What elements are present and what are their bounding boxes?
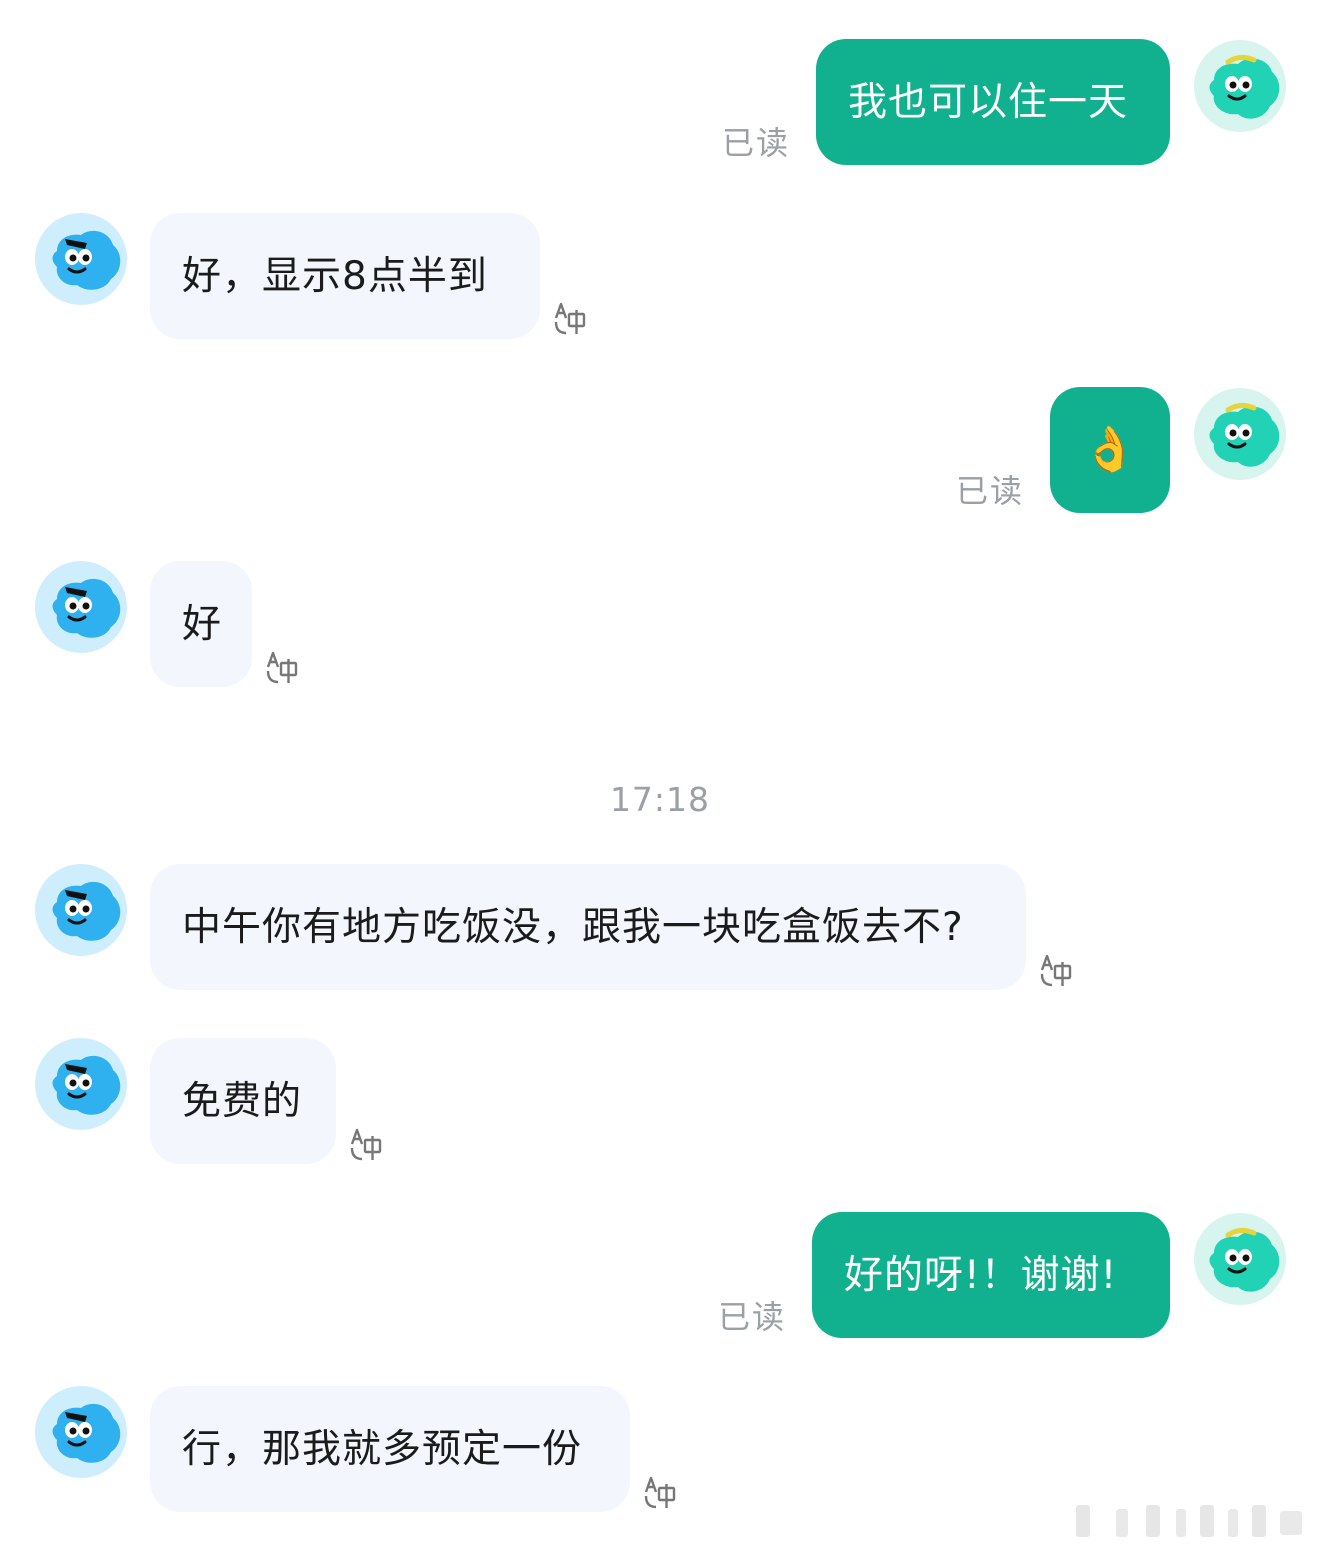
blue-blob-character-avatar-icon[interactable]: [35, 561, 127, 653]
blue-blob-character-avatar-icon[interactable]: [35, 1038, 127, 1130]
teal-blob-character-avatar-icon[interactable]: [1194, 40, 1286, 132]
teal-blob-character-avatar-icon[interactable]: [1194, 1213, 1286, 1305]
message-bubble[interactable]: 免费的: [150, 1038, 336, 1164]
message-bubble[interactable]: 中午你有地方吃饭没，跟我一块吃盒饭去不?: [150, 864, 1026, 990]
blue-blob-character-avatar-icon[interactable]: [35, 213, 127, 305]
read-status: 已读: [722, 124, 791, 162]
translate-icon[interactable]: [348, 1128, 384, 1162]
chat-timestamp: 17:18: [609, 780, 711, 819]
message-bubble[interactable]: 好，显示8点半到: [150, 213, 540, 339]
translate-icon[interactable]: [552, 302, 588, 336]
translate-icon[interactable]: [642, 1476, 678, 1510]
message-bubble[interactable]: 好的呀!！谢谢!: [812, 1212, 1170, 1338]
read-status: 已读: [956, 472, 1025, 510]
blue-blob-character-avatar-icon[interactable]: [35, 1386, 127, 1478]
watermark-logo-icon: [1076, 1505, 1302, 1537]
read-status: 已读: [718, 1298, 787, 1336]
blue-blob-character-avatar-icon[interactable]: [35, 864, 127, 956]
message-bubble[interactable]: 我也可以住一天: [816, 39, 1170, 165]
translate-icon[interactable]: [1038, 954, 1074, 988]
translate-icon[interactable]: [264, 651, 300, 685]
teal-blob-character-avatar-icon[interactable]: [1194, 388, 1286, 480]
message-bubble[interactable]: 👌: [1050, 387, 1170, 513]
message-bubble[interactable]: 好: [150, 561, 252, 687]
message-bubble[interactable]: 行，那我就多预定一份: [150, 1386, 630, 1512]
